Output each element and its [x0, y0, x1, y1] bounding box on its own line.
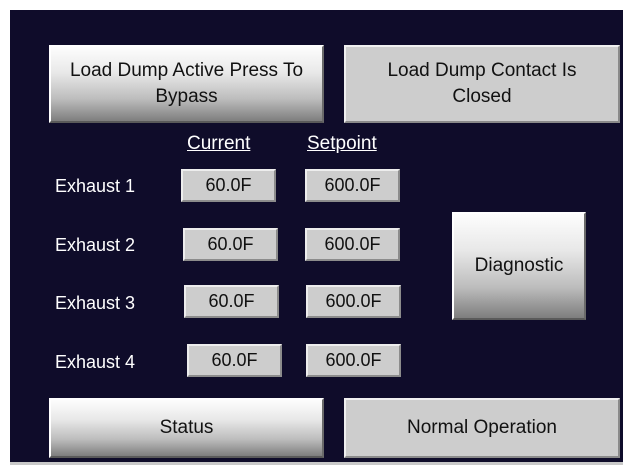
exhaust-3-label: Exhaust 3: [55, 293, 136, 313]
status-label: Status: [159, 417, 214, 438]
load-dump-bypass-button[interactable]: Load Dump Active Press To Bypass: [49, 45, 324, 123]
exhaust-2-label: Exhaust 2: [55, 235, 136, 255]
diagnostic-label: Diagnostic: [474, 255, 564, 276]
setpoint-column-header: Setpoint: [307, 133, 377, 154]
exhaust-2-setpoint-value: 600.0F: [305, 228, 400, 261]
operation-status-text: Normal Operation: [407, 417, 557, 438]
exhaust-3-setpoint-value: 600.0F: [306, 285, 401, 318]
exhaust-1-current-value: 60.0F: [181, 169, 276, 202]
load-dump-contact-indicator: Load Dump Contact Is Closed: [344, 45, 620, 123]
load-dump-contact-text: Load Dump Contact Is Closed: [387, 60, 577, 107]
exhaust-3-current-value: 60.0F: [184, 285, 279, 318]
exhaust-1-setpoint-value: 600.0F: [305, 169, 400, 202]
diagnostic-button[interactable]: Diagnostic: [452, 212, 586, 320]
hmi-screen: Load Dump Active Press To Bypass Load Du…: [10, 10, 623, 465]
operation-status-indicator: Normal Operation: [344, 398, 620, 458]
exhaust-4-label: Exhaust 4: [55, 352, 136, 372]
exhaust-4-setpoint-value: 600.0F: [306, 344, 401, 377]
exhaust-4-current-value: 60.0F: [187, 344, 282, 377]
exhaust-1-label: Exhaust 1: [55, 176, 136, 196]
exhaust-2-current-value: 60.0F: [183, 228, 278, 261]
current-column-header: Current: [187, 133, 251, 154]
status-button[interactable]: Status: [49, 398, 324, 458]
load-dump-bypass-label: Load Dump Active Press To Bypass: [69, 60, 304, 107]
